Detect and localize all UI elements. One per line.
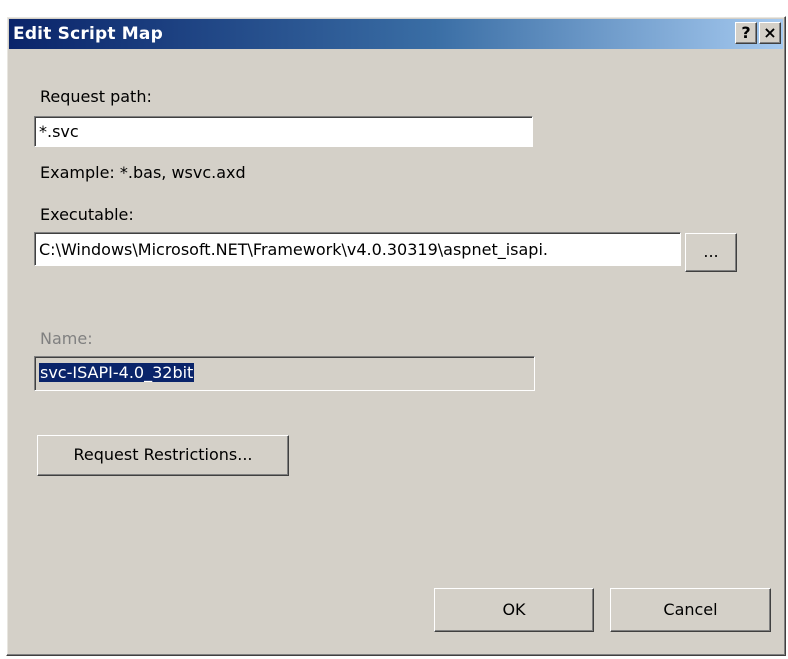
request-path-example: Example: *.bas, wsvc.axd xyxy=(40,163,246,182)
request-restrictions-button[interactable]: Request Restrictions... xyxy=(37,435,289,476)
executable-value: C:\Windows\Microsoft.NET\Framework\v4.0.… xyxy=(39,240,548,259)
request-path-label: Request path: xyxy=(40,87,152,106)
browse-button[interactable]: ... xyxy=(685,233,737,272)
name-field[interactable]: svc-ISAPI-4.0_32bit xyxy=(34,356,535,391)
edit-script-map-dialog: Edit Script Map ? × Request path: *.svc … xyxy=(6,16,786,656)
close-button[interactable]: × xyxy=(759,22,781,44)
help-button[interactable]: ? xyxy=(735,22,757,44)
executable-input[interactable]: C:\Windows\Microsoft.NET\Framework\v4.0.… xyxy=(34,232,681,266)
dialog-title: Edit Script Map xyxy=(13,24,163,44)
request-path-input[interactable]: *.svc xyxy=(34,116,533,147)
close-icon: × xyxy=(763,23,777,42)
cancel-button[interactable]: Cancel xyxy=(610,588,771,632)
ok-button[interactable]: OK xyxy=(434,588,594,632)
executable-label: Executable: xyxy=(40,205,134,224)
cancel-button-label: Cancel xyxy=(663,600,718,619)
help-icon: ? xyxy=(741,23,751,42)
name-label: Name: xyxy=(40,329,93,348)
request-path-value: *.svc xyxy=(39,122,79,141)
request-restrictions-label: Request Restrictions... xyxy=(73,445,253,464)
ok-button-label: OK xyxy=(502,600,526,619)
browse-button-label: ... xyxy=(703,242,719,261)
title-bar[interactable]: Edit Script Map ? × xyxy=(9,19,783,49)
name-value-selected: svc-ISAPI-4.0_32bit xyxy=(39,363,195,382)
